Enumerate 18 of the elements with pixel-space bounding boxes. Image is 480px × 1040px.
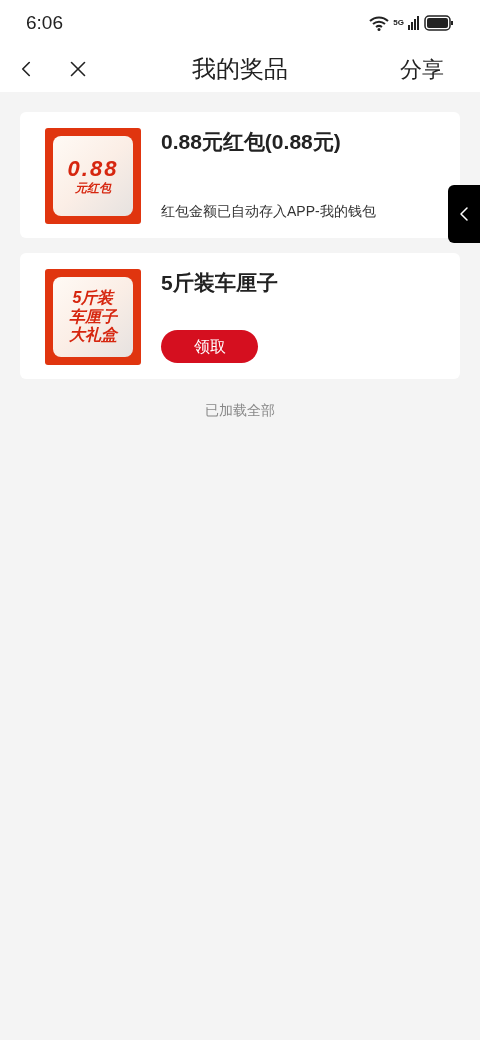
- signal-icon: [408, 16, 420, 30]
- thumbnail-text: 5斤装: [72, 289, 114, 308]
- loaded-all-text: 已加载全部: [205, 401, 275, 420]
- thumbnail-text: 大礼盒: [69, 326, 117, 345]
- thumbnail-text: 0.88: [67, 156, 119, 182]
- network-label: 5G: [393, 17, 404, 29]
- page-title: 我的奖品: [192, 54, 288, 84]
- wifi-icon: [369, 15, 390, 31]
- claim-button[interactable]: 领取: [161, 330, 258, 363]
- prize-title: 5斤装车厘子: [161, 270, 278, 296]
- battery-icon: [424, 15, 454, 31]
- status-time: 6:06: [26, 10, 63, 35]
- prize-title: 0.88元红包(0.88元): [161, 129, 342, 155]
- prize-note: 红包金额已自动存入APP-我的钱包: [161, 202, 376, 221]
- side-drawer-tab[interactable]: [448, 185, 480, 243]
- share-button[interactable]: 分享: [400, 52, 444, 86]
- thumbnail-text: 元红包: [75, 181, 111, 196]
- thumbnail-text: 车厘子: [69, 307, 117, 326]
